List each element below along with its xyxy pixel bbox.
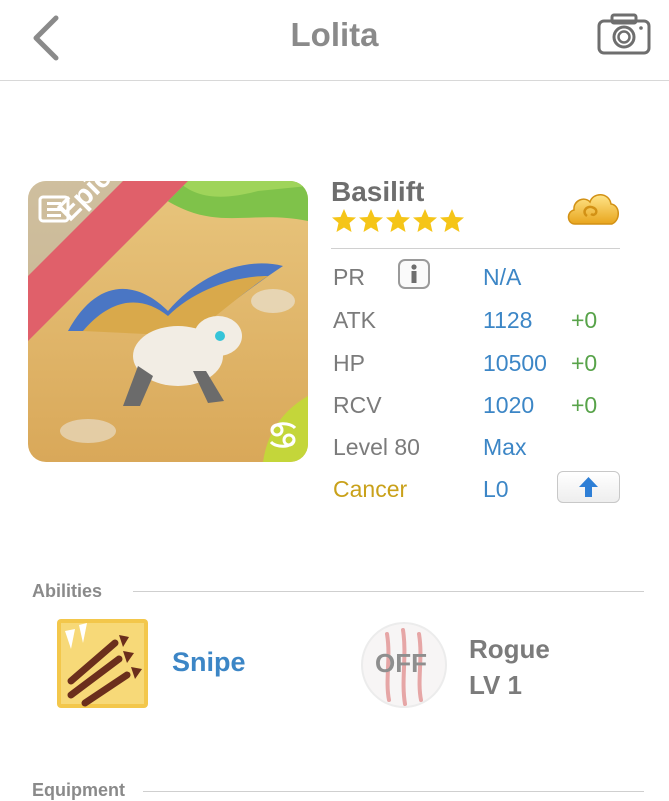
rcv-value: 1020 <box>483 392 535 418</box>
upgrade-button[interactable] <box>557 471 620 503</box>
equipment-section-title: Equipment <box>32 780 125 800</box>
passive-status: OFF <box>375 648 427 678</box>
star-icon <box>386 209 410 232</box>
star-icon <box>359 209 383 232</box>
rcv-bonus: +0 <box>571 392 598 418</box>
star-icon <box>332 209 356 232</box>
page-title: Lolita <box>290 16 379 53</box>
rcv-label: RCV <box>333 392 382 418</box>
atk-bonus: +0 <box>571 307 598 333</box>
info-divider <box>331 248 620 249</box>
hp-bonus: +0 <box>571 350 598 376</box>
abilities-divider <box>133 591 644 592</box>
info-icon <box>411 264 417 283</box>
top-bar: Lolita <box>0 0 669 81</box>
camera-icon[interactable] <box>596 12 652 56</box>
active-ability-name[interactable]: Snipe <box>172 647 246 678</box>
zodiac-sign-label: Cancer <box>333 476 408 502</box>
atk-value: 1128 <box>483 307 533 333</box>
star-icon <box>440 209 464 232</box>
passive-ability-name[interactable]: Rogue <box>469 634 550 665</box>
cancer-zodiac-icon <box>269 422 297 448</box>
pr-label: PR <box>333 264 365 290</box>
triple-arrow-icon[interactable] <box>57 619 148 708</box>
arrow-up-icon <box>579 477 598 497</box>
monster-name: Basilift <box>331 176 425 207</box>
pr-info-button[interactable] <box>398 259 430 289</box>
notes-icon[interactable] <box>38 193 70 223</box>
atk-label: ATK <box>333 307 377 333</box>
hp-label: HP <box>333 350 365 376</box>
equipment-divider <box>143 791 644 792</box>
star-icon <box>413 209 437 232</box>
pr-value: N/A <box>483 264 522 290</box>
level-label: Level 80 <box>333 434 420 460</box>
abilities-section-title: Abilities <box>32 581 103 601</box>
level-value: Max <box>483 434 527 460</box>
passive-ability-level: LV 1 <box>469 670 522 700</box>
star-rating <box>331 208 465 238</box>
hp-value: 10500 <box>483 350 547 376</box>
golden-cloud-icon[interactable] <box>565 186 621 232</box>
sign-level-value: L0 <box>483 476 509 502</box>
